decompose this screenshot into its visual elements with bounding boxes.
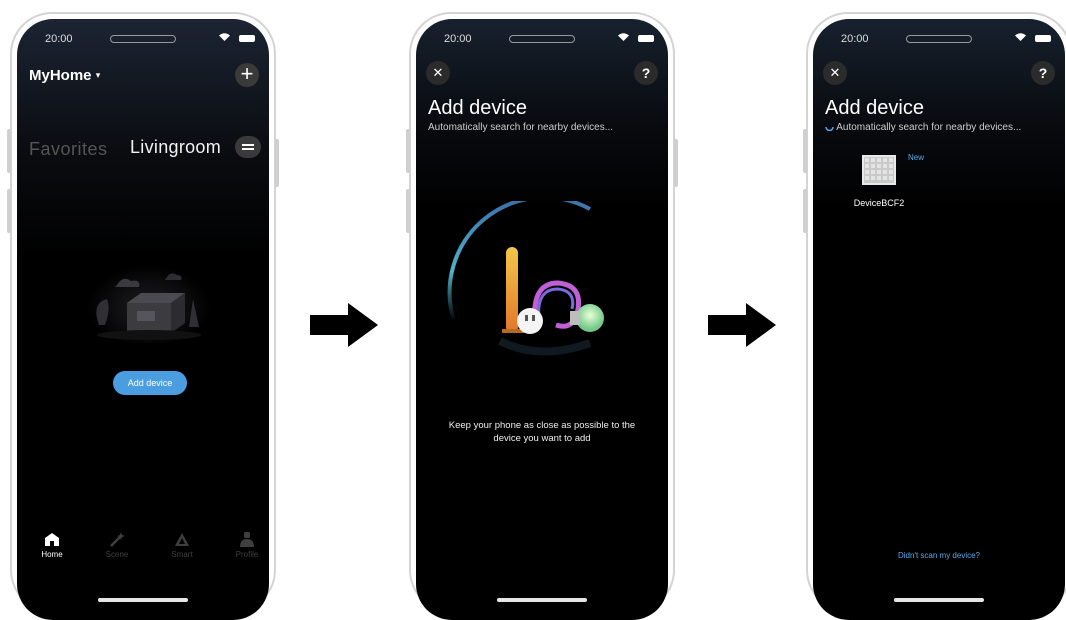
wifi-icon: [219, 33, 230, 41]
phone-add-device: 20:00 ✕ ? Add device Automatically searc…: [406, 12, 678, 620]
help-button[interactable]: ?: [634, 61, 658, 85]
add-device-button[interactable]: Add device: [113, 371, 187, 395]
question-icon: ?: [1038, 65, 1048, 81]
page-title: Add device: [428, 97, 527, 119]
help-button[interactable]: ?: [1031, 61, 1055, 85]
profile-icon: [240, 532, 254, 547]
wifi-icon: [1015, 33, 1026, 41]
arrow-right-icon: [708, 303, 776, 347]
status-bar: 20:00: [416, 19, 668, 53]
status-bar: 20:00: [17, 19, 269, 53]
screen-add-device: 20:00 ✕ ? Add device Automatically searc…: [416, 19, 668, 620]
bottom-tab-bar: Home Scene Smart Profile: [17, 532, 269, 572]
battery-icon: [638, 35, 654, 42]
add-button[interactable]: +: [235, 63, 259, 87]
notch: [110, 35, 176, 43]
new-badge: New: [908, 153, 925, 162]
side-button: [803, 129, 807, 173]
notch: [906, 35, 972, 43]
close-icon: ✕: [432, 65, 444, 80]
instruction-line-1: Keep your phone as close as possible to …: [448, 420, 636, 431]
battery-icon: [1035, 35, 1051, 42]
devices-illustration: [447, 201, 604, 356]
notch: [509, 35, 575, 43]
plus-icon: +: [240, 61, 254, 86]
scene-wand-icon: [110, 532, 125, 547]
tab-scene[interactable]: Scene: [92, 532, 142, 559]
close-button[interactable]: ✕: [823, 61, 847, 85]
caret-down-icon: ▾: [95, 70, 101, 80]
found-device-tile[interactable]: DeviceBCF2: [849, 155, 909, 208]
home-indicator: [497, 598, 587, 602]
side-button: [406, 129, 410, 173]
close-icon: ✕: [829, 65, 841, 80]
tab-livingroom[interactable]: Livingroom: [130, 137, 221, 158]
home-title: MyHome: [29, 67, 92, 84]
arrow-right-icon: [310, 303, 378, 347]
instruction-line-2: device you want to add: [493, 433, 591, 444]
side-button: [275, 139, 279, 187]
home-indicator: [98, 598, 188, 602]
tab-home-label: Home: [41, 550, 63, 559]
empty-box-illustration: [87, 261, 211, 343]
menu-icon[interactable]: [235, 136, 261, 158]
instruction-text: Keep your phone as close as possible to …: [416, 419, 668, 445]
screen-home: 20:00 MyHome ▾ + Favorites Livingroom Ad…: [17, 19, 269, 620]
battery-icon: [239, 35, 255, 42]
phone-home: 20:00 MyHome ▾ + Favorites Livingroom Ad…: [7, 12, 279, 620]
phone-device-found: 20:00 ✕ ? Add device Automatically searc…: [803, 12, 1066, 620]
close-button[interactable]: ✕: [426, 61, 450, 85]
status-time: 20:00: [45, 33, 73, 45]
device-name: DeviceBCF2: [853, 198, 905, 208]
tab-favorites[interactable]: Favorites: [29, 139, 108, 160]
status-time: 20:00: [444, 33, 472, 45]
search-status: Automatically search for nearby devices.…: [825, 122, 1021, 133]
status-time: 20:00: [841, 33, 869, 45]
loading-spinner-icon: [825, 126, 834, 132]
tab-scene-label: Scene: [105, 550, 129, 559]
tab-home[interactable]: Home: [27, 532, 77, 559]
tab-smart[interactable]: Smart: [157, 532, 207, 559]
status-bar: 20:00: [813, 19, 1065, 53]
device-icon: [862, 155, 896, 185]
side-button: [406, 189, 410, 233]
tab-profile-label: Profile: [235, 550, 259, 559]
search-status-text: Automatically search for nearby devices.…: [836, 122, 1022, 133]
side-button: [7, 129, 11, 173]
smart-icon: [175, 533, 189, 546]
side-button: [674, 139, 678, 187]
tab-smart-label: Smart: [171, 550, 193, 559]
side-button: [803, 189, 807, 233]
side-button: [7, 189, 11, 233]
home-selector[interactable]: MyHome ▾: [29, 67, 100, 84]
search-status: Automatically search for nearby devices.…: [428, 122, 614, 133]
home-icon: [45, 533, 59, 546]
question-icon: ?: [641, 65, 651, 81]
home-indicator: [894, 598, 984, 602]
wifi-icon: [618, 33, 629, 41]
didnt-scan-link[interactable]: Didn't scan my device?: [813, 551, 1065, 560]
screen-device-found: 20:00 ✕ ? Add device Automatically searc…: [813, 19, 1065, 620]
page-title: Add device: [825, 97, 924, 119]
tab-profile[interactable]: Profile: [222, 532, 269, 559]
